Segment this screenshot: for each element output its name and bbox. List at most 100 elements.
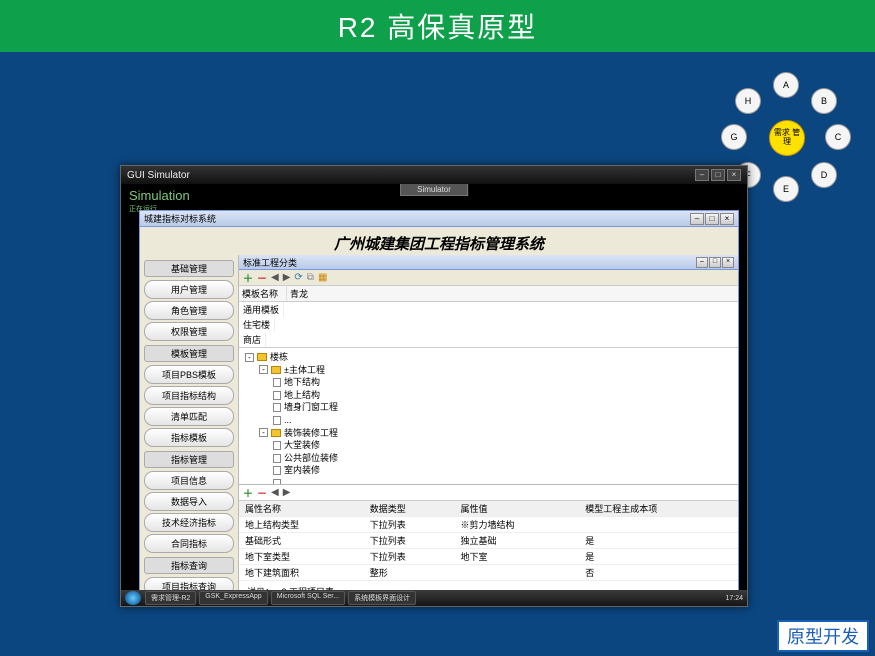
remove-icon[interactable]: － <box>257 485 267 500</box>
tree-label: ... <box>284 414 292 427</box>
prev-icon[interactable]: ◀ <box>271 272 279 283</box>
taskbar-item[interactable]: 需求管理-R2 <box>145 591 196 605</box>
start-button[interactable] <box>125 591 141 605</box>
mindmap-node-d: D <box>811 162 837 188</box>
file-icon <box>273 441 281 450</box>
minimize-icon[interactable]: – <box>690 213 704 225</box>
action-icon[interactable]: ▦ <box>318 272 327 283</box>
file-icon <box>273 378 281 387</box>
props-toolbar: ＋ － ◀ ▶ <box>239 485 738 501</box>
tree-node[interactable]: ... <box>245 414 732 427</box>
close-icon[interactable]: × <box>727 169 741 181</box>
filter-value[interactable]: 青龙 <box>287 286 738 301</box>
simulation-label: Simulation <box>129 188 190 203</box>
expand-icon[interactable]: - <box>245 353 254 362</box>
tree-label: 装饰装修工程 <box>284 427 338 440</box>
tree-node[interactable]: - ±主体工程 <box>245 364 732 377</box>
sidebar-item[interactable]: 权限管理 <box>144 322 234 341</box>
taskbar-item[interactable]: GSK_ExpressApp <box>199 591 267 605</box>
tree-node[interactable]: 室内装修 <box>245 464 732 477</box>
sidebar-item[interactable]: 角色管理 <box>144 301 234 320</box>
sidebar-item[interactable]: 项目PBS模板 <box>144 365 234 384</box>
sidebar-item[interactable]: 指标模板 <box>144 428 234 447</box>
properties-table[interactable]: 属性名称数据类型属性值模型工程主成本项 地上结构类型下拉列表※剪力墙结构基础形式… <box>239 501 738 581</box>
sidebar: 基础管理用户管理角色管理权限管理模板管理项目PBS模板项目指标结构清单匹配指标模… <box>140 255 238 597</box>
folder-icon <box>271 366 281 374</box>
table-row[interactable]: 地下室类型下拉列表地下室是 <box>239 549 738 565</box>
criteria-2[interactable]: 商店 <box>239 332 266 347</box>
clock: 17:24 <box>725 595 743 602</box>
tree-node[interactable]: 公共部位装修 <box>245 452 732 465</box>
simulator-tab[interactable]: Simulator <box>400 184 468 196</box>
tree-node[interactable]: 墙身门窗工程 <box>245 401 732 414</box>
tree-label: 楼栋 <box>270 351 288 364</box>
folder-icon <box>257 353 267 361</box>
maximize-icon[interactable]: □ <box>705 213 719 225</box>
main-panel: 标准工程分类 – □ × ＋ － ◀ ▶ ⟳ ⧉ ▦ <box>238 255 738 597</box>
mindmap-node-h: H <box>735 88 761 114</box>
table-row[interactable]: 地下建筑面积整形否 <box>239 565 738 581</box>
panel-titlebar[interactable]: 标准工程分类 – □ × <box>239 255 738 270</box>
maximize-icon[interactable]: □ <box>711 169 725 181</box>
tree-node[interactable]: ... <box>245 477 732 485</box>
sidebar-item[interactable]: 项目指标结构 <box>144 386 234 405</box>
file-icon <box>273 454 281 463</box>
tree-node[interactable]: 地下结构 <box>245 376 732 389</box>
criteria-row: 通用模板 <box>239 302 738 317</box>
table-row[interactable]: 地上结构类型下拉列表※剪力墙结构 <box>239 517 738 533</box>
outer-window-title: GUI Simulator <box>127 170 190 181</box>
column-header[interactable]: 属性值 <box>454 501 579 517</box>
app-header: 广州城建集团工程指标管理系统 <box>140 227 738 258</box>
tree-label: 墙身门窗工程 <box>284 401 338 414</box>
sidebar-item[interactable]: 技术经济指标 <box>144 513 234 532</box>
sidebar-item[interactable]: 合同指标 <box>144 534 234 553</box>
criteria-0[interactable]: 通用模板 <box>239 302 284 317</box>
mindmap-node-g: G <box>721 124 747 150</box>
tree-node[interactable]: - 楼栋 <box>245 351 732 364</box>
add-icon[interactable]: ＋ <box>243 270 253 285</box>
close-icon[interactable]: × <box>720 213 734 225</box>
tree-label: ... <box>284 477 292 485</box>
tree-label: 地上结构 <box>284 389 320 402</box>
top-toolbar: ＋ － ◀ ▶ ⟳ ⧉ ▦ <box>239 270 738 286</box>
mindmap-node-c: C <box>825 124 851 150</box>
next-icon[interactable]: ▶ <box>283 487 291 498</box>
remove-icon[interactable]: － <box>257 270 267 285</box>
tree-node[interactable]: 大堂装修 <box>245 439 732 452</box>
refresh-icon[interactable]: ⟳ <box>294 272 302 283</box>
properties-panel: ＋ － ◀ ▶ 属性名称数据类型属性值模型工程主成本项 地上结构类型下拉列表※剪… <box>239 485 738 597</box>
minimize-icon[interactable]: – <box>695 169 709 181</box>
sidebar-item[interactable]: 数据导入 <box>144 492 234 511</box>
add-icon[interactable]: ＋ <box>243 485 253 500</box>
column-header[interactable]: 模型工程主成本项 <box>579 501 738 517</box>
inner-window-title: 城建指标对标系统 <box>144 212 216 225</box>
minimize-icon[interactable]: – <box>696 257 708 268</box>
next-icon[interactable]: ▶ <box>283 272 291 283</box>
file-icon <box>273 391 281 400</box>
column-header[interactable]: 属性名称 <box>239 501 364 517</box>
tree-view[interactable]: -楼栋-±主体工程地下结构地上结构墙身门窗工程...-装饰装修工程大堂装修公共部… <box>239 348 738 485</box>
tree-node[interactable]: - 装饰装修工程 <box>245 427 732 440</box>
table-row[interactable]: 基础形式下拉列表独立基础是 <box>239 533 738 549</box>
taskbar-item[interactable]: Microsoft SQL Ser... <box>271 591 345 605</box>
sidebar-item[interactable]: 清单匹配 <box>144 407 234 426</box>
tree-node[interactable]: 地上结构 <box>245 389 732 402</box>
sidebar-group: 指标管理 <box>144 451 234 468</box>
criteria-1[interactable]: 住宅楼 <box>239 317 275 332</box>
inner-titlebar[interactable]: 城建指标对标系统 – □ × <box>140 211 738 227</box>
prev-icon[interactable]: ◀ <box>271 487 279 498</box>
expand-icon[interactable]: - <box>259 428 268 437</box>
outer-titlebar[interactable]: GUI Simulator – □ × <box>121 166 747 184</box>
column-header[interactable]: 数据类型 <box>364 501 455 517</box>
tree-label: ±主体工程 <box>284 364 325 377</box>
taskbar-item[interactable]: 系统模板界面设计 <box>348 591 416 605</box>
copy-icon[interactable]: ⧉ <box>307 272 314 283</box>
taskbar[interactable]: 需求管理-R2GSK_ExpressApp Microsoft SQL Ser..… <box>121 590 747 606</box>
sidebar-item[interactable]: 项目信息 <box>144 471 234 490</box>
mindmap-node-a: A <box>773 72 799 98</box>
maximize-icon[interactable]: □ <box>709 257 721 268</box>
close-icon[interactable]: × <box>722 257 734 268</box>
app-inner-window: 城建指标对标系统 – □ × 广州城建集团工程指标管理系统 基础管理用户管理角色… <box>139 210 739 598</box>
expand-icon[interactable]: - <box>259 365 268 374</box>
sidebar-item[interactable]: 用户管理 <box>144 280 234 299</box>
